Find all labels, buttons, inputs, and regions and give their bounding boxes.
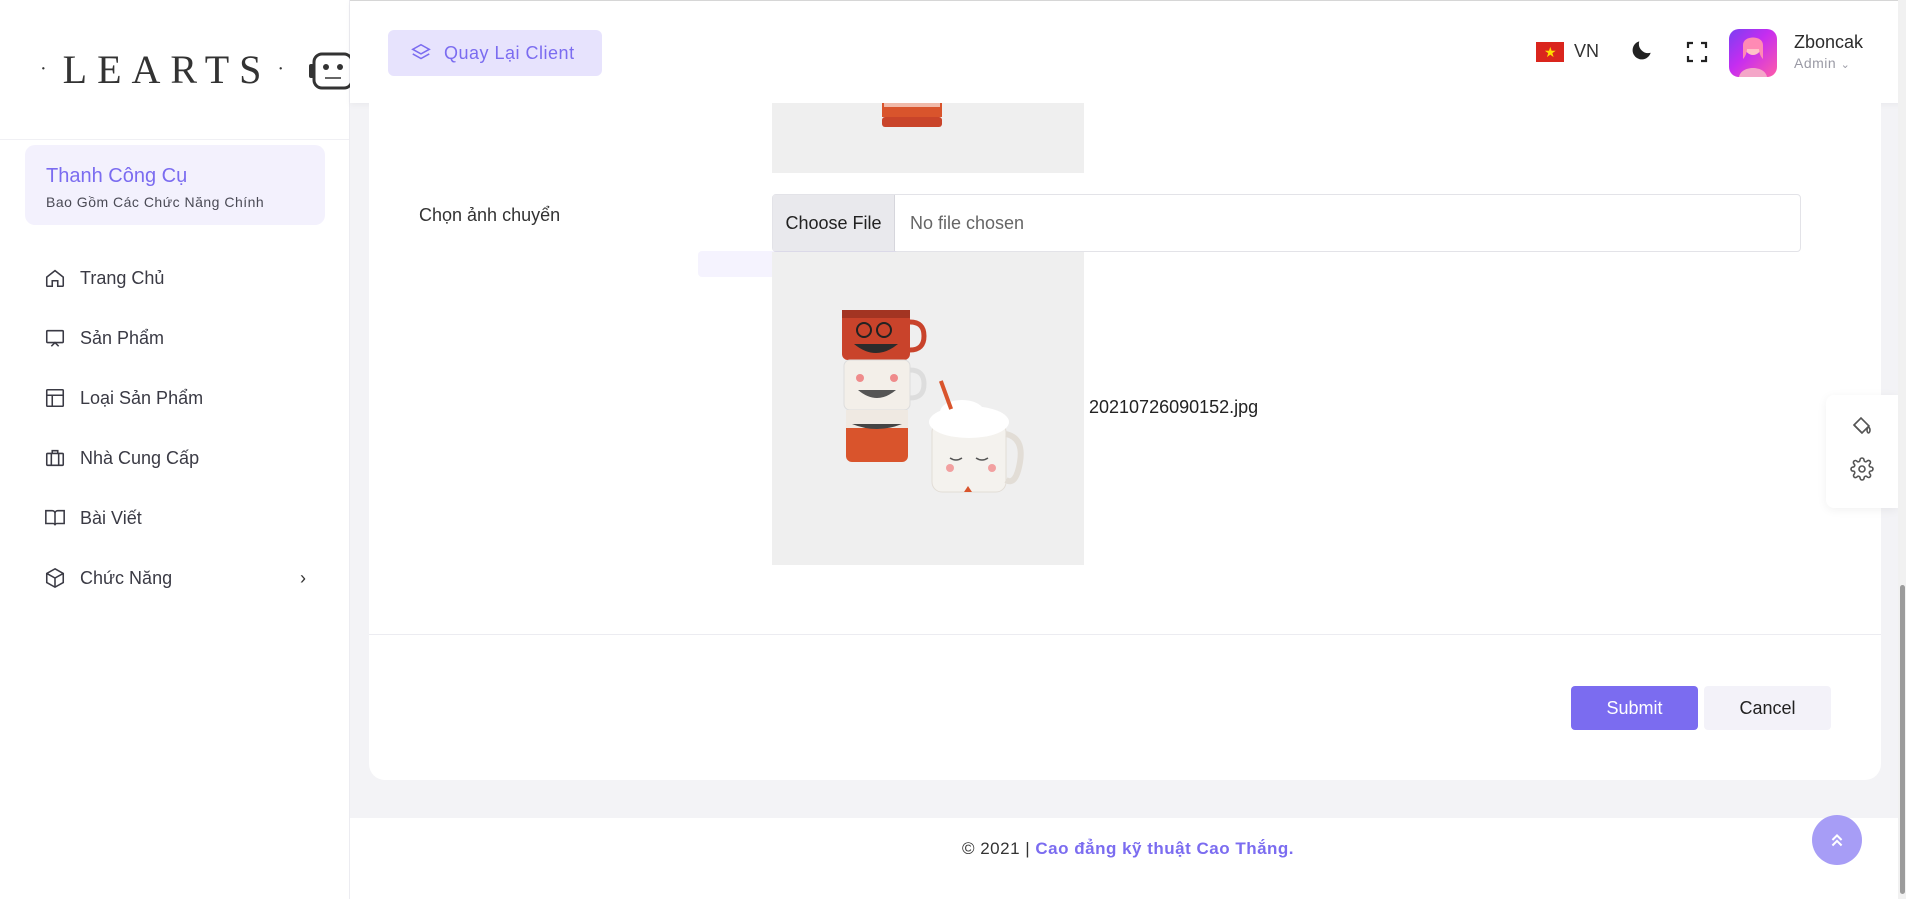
footer-copyright: © 2021 | [961, 839, 1031, 858]
back-to-client-label: Quay Lại Client [444, 42, 575, 63]
sidebar-item-label: Bài Viết [80, 507, 142, 528]
sidebar: · LEARTS · Thanh Công Cụ Bao Gồm Các Chức … [0, 0, 358, 899]
user-role-label: Admin [1794, 55, 1837, 71]
back-to-client-button[interactable]: Quay Lại Client [388, 30, 602, 76]
top-header: Quay Lại Client ★ VN Zboncak Admin ⌄ [350, 0, 1906, 103]
moon-icon[interactable] [1629, 37, 1655, 63]
sidebar-item-san-pham[interactable]: Sản Phẩm [0, 308, 350, 368]
toolbox-title: Thanh Công Cụ [46, 165, 188, 187]
sidebar-item-chuc-nang[interactable]: Chức Năng › [0, 548, 350, 608]
sidebar-item-label: Loại Sản Phẩm [80, 387, 204, 408]
sidebar-nav: Trang Chủ Sản Phẩm Loại Sản Phẩm Nhà Cun… [0, 248, 350, 608]
image-filename: 20210726090152.jpg [1089, 397, 1259, 417]
paint-bucket-icon[interactable] [1850, 415, 1874, 439]
logo[interactable]: · LEARTS · [0, 0, 358, 140]
language-selector[interactable]: ★ VN [1536, 41, 1599, 62]
toolbox-panel: Thanh Công Cụ Bao Gồm Các Chức Năng Chín… [25, 145, 325, 225]
scrollbar-thumb[interactable] [1900, 585, 1905, 894]
file-input[interactable]: Choose File No file chosen [772, 194, 1801, 252]
language-label: VN [1574, 41, 1600, 61]
edit-form-card: Chọn ảnh chuyển Choose File No file chos… [369, 103, 1881, 780]
previous-image-preview [772, 103, 1084, 173]
image-preview [772, 252, 1084, 565]
gear-icon[interactable] [1850, 457, 1874, 481]
file-status: No file chosen [910, 212, 1025, 233]
chevron-right-icon: › [300, 567, 306, 588]
customizer-panel [1826, 395, 1898, 508]
footer-link[interactable]: Cao đẳng kỹ thuật Cao Thắng. [1035, 839, 1294, 858]
vietnam-flag-icon: ★ [1536, 41, 1564, 62]
divider [369, 634, 1881, 635]
briefcase-icon [45, 449, 65, 467]
layout-icon [45, 388, 65, 408]
field-label-transition-image: Chọn ảnh chuyển [419, 205, 561, 225]
double-chevron-up-icon [1831, 833, 1843, 847]
box-icon [45, 567, 65, 589]
sidebar-item-trang-chu[interactable]: Trang Chủ [0, 248, 350, 308]
scroll-to-top-button[interactable] [1812, 815, 1862, 865]
sidebar-item-label: Trang Chủ [80, 267, 165, 288]
submit-button[interactable]: Submit [1571, 686, 1698, 730]
chevron-down-icon: ⌄ [1840, 59, 1851, 71]
choose-file-button[interactable]: Choose File [773, 195, 895, 251]
sidebar-item-label: Sản Phẩm [80, 327, 165, 348]
book-icon [45, 509, 65, 526]
sidebar-item-label: Nhà Cung Cấp [80, 447, 200, 468]
sidebar-item-bai-viet[interactable]: Bài Viết [0, 488, 350, 548]
fullscreen-icon[interactable] [1685, 40, 1709, 64]
user-name[interactable]: Zboncak [1794, 32, 1863, 53]
sidebar-item-loai-san-pham[interactable]: Loại Sản Phẩm [0, 368, 350, 428]
user-role-dropdown[interactable]: Admin ⌄ [1794, 55, 1850, 71]
home-icon [45, 269, 65, 288]
avatar[interactable] [1729, 29, 1777, 77]
layers-icon [411, 43, 431, 60]
cancel-button[interactable]: Cancel [1704, 686, 1831, 730]
logo-text: LEARTS [62, 47, 272, 92]
monitor-icon [45, 329, 65, 347]
toolbox-subtitle: Bao Gồm Các Chức Năng Chính [46, 194, 265, 210]
sidebar-item-label: Chức Năng [80, 567, 173, 588]
sidebar-item-nha-cung-cap[interactable]: Nhà Cung Cấp [0, 428, 350, 488]
footer: © 2021 | Cao đẳng kỹ thuật Cao Thắng. [350, 818, 1906, 899]
